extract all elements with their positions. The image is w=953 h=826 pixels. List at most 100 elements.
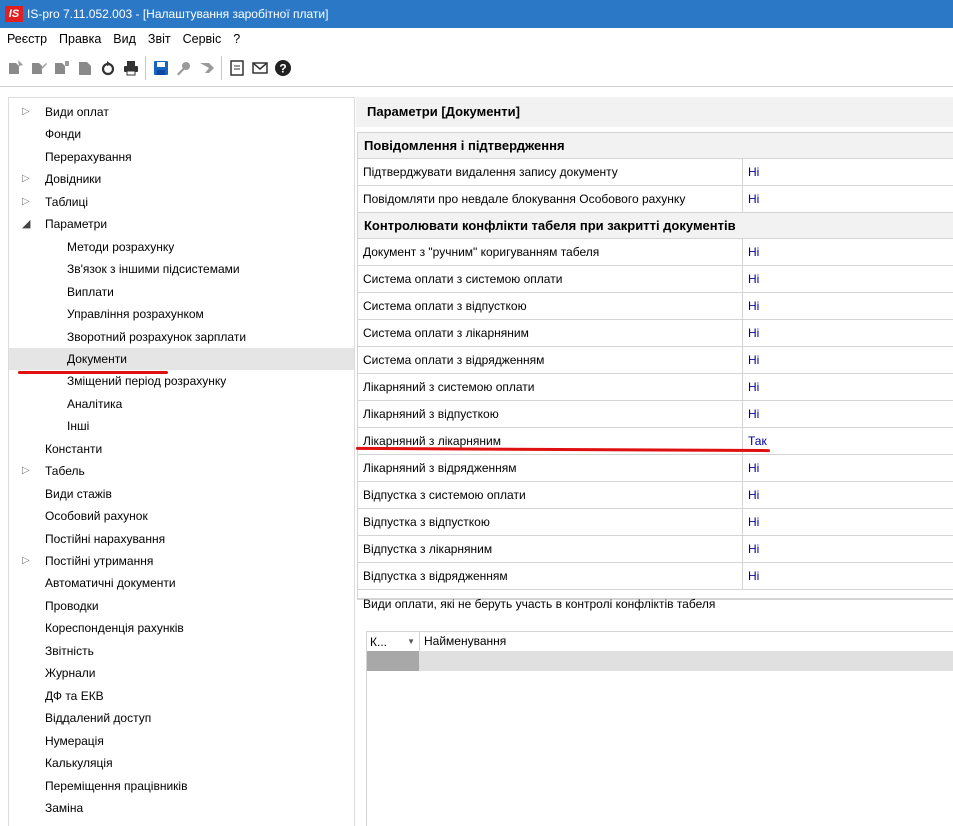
collapsed-arrow-icon[interactable]: ▷: [22, 460, 30, 482]
parameter-value[interactable]: Ні: [744, 347, 953, 373]
parameter-row[interactable]: Відпустка з відпусткою Ні: [358, 509, 953, 536]
parameter-label: Відпустка з системою оплати: [358, 482, 743, 508]
create-icon[interactable]: [4, 56, 27, 80]
sort-dropdown-icon[interactable]: ▼: [407, 637, 415, 646]
tree-item[interactable]: Автоматичні документи: [9, 572, 354, 594]
parameter-value[interactable]: Ні: [744, 239, 953, 265]
table-row[interactable]: [367, 651, 953, 671]
delete-icon[interactable]: [73, 56, 96, 80]
tree-item[interactable]: Зв'язок з іншими підсистемами: [9, 258, 354, 280]
tree-item[interactable]: ДФ та ЕКВ: [9, 685, 354, 707]
tree-item[interactable]: Кореспонденція рахунків: [9, 617, 354, 639]
tree-item-label: Заміна: [45, 800, 84, 815]
column-header-name[interactable]: Найменування: [419, 632, 953, 651]
help-icon[interactable]: ?: [271, 56, 294, 80]
menu-help[interactable]: ?: [227, 32, 246, 46]
tree-item[interactable]: Аналітика: [9, 393, 354, 415]
menu-registry[interactable]: Реєстр: [0, 32, 53, 46]
parameter-label: Система оплати з лікарняним: [358, 320, 743, 346]
collapsed-arrow-icon[interactable]: ▷: [22, 168, 30, 190]
collapsed-arrow-icon[interactable]: ▷: [22, 101, 30, 123]
collapsed-arrow-icon[interactable]: ▷: [22, 191, 30, 213]
parameter-row[interactable]: Лікарняний з відрядженням Ні: [358, 455, 953, 482]
tree-item[interactable]: ◢ Параметри: [9, 213, 354, 235]
parameter-value[interactable]: Ні: [744, 563, 953, 589]
menu-report[interactable]: Звіт: [142, 32, 177, 46]
parameter-label: Лікарняний з відпусткою: [358, 401, 743, 427]
tree-item[interactable]: ▷ Довідники: [9, 168, 354, 190]
tree-item[interactable]: Виплати: [9, 281, 354, 303]
filter-icon[interactable]: [195, 56, 218, 80]
parameter-row[interactable]: Відпустка з відрядженням Ні: [358, 563, 953, 590]
parameter-row[interactable]: Система оплати з відпусткою Ні: [358, 293, 953, 320]
parameter-value[interactable]: Ні: [744, 266, 953, 292]
edit-icon[interactable]: [27, 56, 50, 80]
refresh-icon[interactable]: [96, 56, 119, 80]
parameter-row[interactable]: Відпустка з системою оплати Ні: [358, 482, 953, 509]
email-icon[interactable]: [248, 56, 271, 80]
parameter-row[interactable]: Система оплати з відрядженням Ні: [358, 347, 953, 374]
parameter-value[interactable]: Ні: [744, 320, 953, 346]
tree-item[interactable]: Інші: [9, 415, 354, 437]
tree-item-label: Фонди: [45, 127, 82, 142]
tree-item[interactable]: Постійні нарахування: [9, 528, 354, 550]
tree-item[interactable]: Фонди: [9, 123, 354, 145]
parameter-row[interactable]: Лікарняний з системою оплати Ні: [358, 374, 953, 401]
tree-item[interactable]: Віддалений доступ: [9, 707, 354, 729]
save-icon[interactable]: [149, 56, 172, 80]
copy-icon[interactable]: [50, 56, 73, 80]
parameter-value[interactable]: Ні: [744, 482, 953, 508]
tree-item[interactable]: ▷ Таблиці: [9, 191, 354, 213]
tree-item[interactable]: Зворотний розрахунок зарплати: [9, 326, 354, 348]
parameter-value[interactable]: Ні: [744, 374, 953, 400]
parameter-value[interactable]: Ні: [744, 401, 953, 427]
parameter-label: Лікарняний з відрядженням: [358, 455, 743, 481]
parameter-row[interactable]: Система оплати з лікарняним Ні: [358, 320, 953, 347]
tree-item[interactable]: Проводки: [9, 595, 354, 617]
tree-item[interactable]: Нумерація: [9, 730, 354, 752]
parameter-value[interactable]: Так: [744, 428, 953, 454]
tree-item[interactable]: Калькуляція: [9, 752, 354, 774]
excluded-payments-title: Види оплати, які не беруть участь в конт…: [363, 597, 716, 611]
tree-item[interactable]: Особовий рахунок: [9, 505, 354, 527]
expanded-arrow-icon[interactable]: ◢: [22, 213, 30, 235]
parameter-label: Лікарняний з системою оплати: [358, 374, 743, 400]
print-icon[interactable]: [119, 56, 142, 80]
tree-item[interactable]: Звітність: [9, 640, 354, 662]
row-selector[interactable]: [367, 651, 419, 671]
tree-item[interactable]: Перерахування: [9, 146, 354, 168]
tree-item[interactable]: Заміна: [9, 797, 354, 819]
parameter-value[interactable]: Ні: [744, 159, 953, 185]
parameter-row[interactable]: Відпустка з лікарняним Ні: [358, 536, 953, 563]
tree-item[interactable]: ▷ Постійні утримання: [9, 550, 354, 572]
parameter-row[interactable]: Система оплати з системою оплати Ні: [358, 266, 953, 293]
parameter-value[interactable]: Ні: [744, 536, 953, 562]
tree-item[interactable]: Константи: [9, 438, 354, 460]
tree-item[interactable]: Управління розрахунком: [9, 303, 354, 325]
parameter-value[interactable]: Ні: [744, 186, 953, 212]
app-logo-icon: IS: [5, 6, 23, 22]
menu-service[interactable]: Сервіс: [177, 32, 228, 46]
tree-item[interactable]: ▷ Табель: [9, 460, 354, 482]
menu-view[interactable]: Вид: [107, 32, 142, 46]
menu-edit[interactable]: Правка: [53, 32, 107, 46]
tree-item[interactable]: Журнали: [9, 662, 354, 684]
tree-item[interactable]: Методи розрахунку: [9, 236, 354, 258]
parameter-value[interactable]: Ні: [744, 455, 953, 481]
tree-item[interactable]: ▷ Види оплат: [9, 101, 354, 123]
parameter-row[interactable]: Повідомляти про невдале блокування Особо…: [358, 186, 953, 213]
tree-item[interactable]: Види стажів: [9, 483, 354, 505]
tree-item-label: Зворотний розрахунок зарплати: [67, 329, 247, 344]
form-icon[interactable]: [225, 56, 248, 80]
column-header-code[interactable]: К... ▼: [367, 635, 419, 649]
tree-item[interactable]: Переміщення працівників: [9, 775, 354, 797]
tree-item[interactable]: Документи: [9, 347, 354, 370]
find-icon[interactable]: [172, 56, 195, 80]
parameter-row[interactable]: Підтверджувати видалення запису документ…: [358, 159, 953, 186]
collapsed-arrow-icon[interactable]: ▷: [22, 550, 30, 572]
parameter-value[interactable]: Ні: [744, 293, 953, 319]
parameter-row[interactable]: Лікарняний з відпусткою Ні: [358, 401, 953, 428]
parameter-value[interactable]: Ні: [744, 509, 953, 535]
parameter-row[interactable]: Документ з "ручним" коригуванням табеля Н…: [358, 239, 953, 266]
tree-item-label: Постійні нарахування: [45, 531, 166, 546]
